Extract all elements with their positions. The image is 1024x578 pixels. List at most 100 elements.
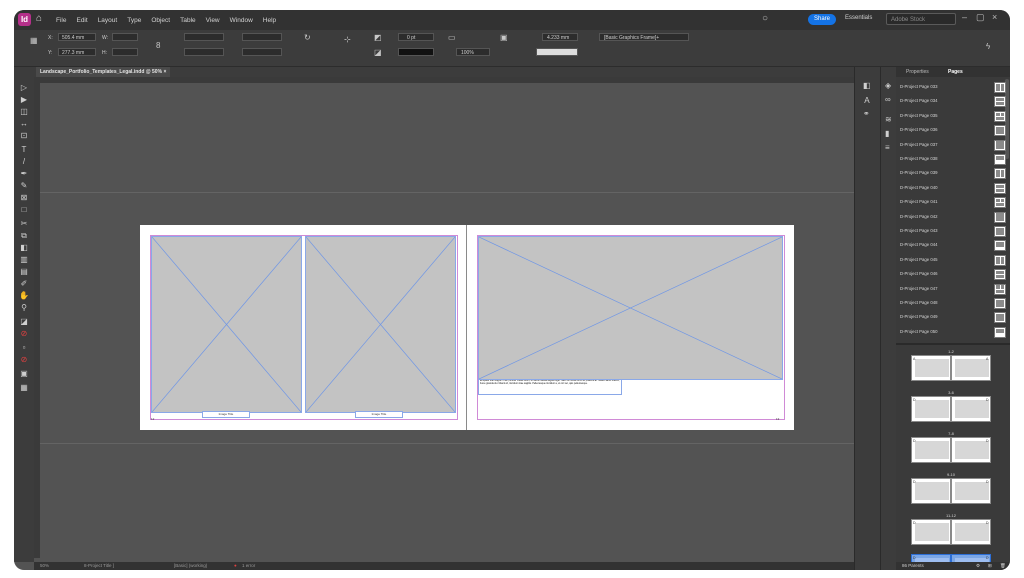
zoom-tool-icon[interactable]: ⚲ (18, 303, 30, 313)
master-page-item[interactable]: D-Project Page 043 (896, 225, 1010, 239)
links-icon[interactable]: ∞ (885, 95, 891, 104)
share-button[interactable]: Share (808, 14, 836, 25)
page-thumbnail-left[interactable]: D (911, 437, 951, 463)
master-page-item[interactable]: D-Project Page 048 (896, 297, 1010, 311)
master-page-item[interactable]: D-Project Page 042 (896, 211, 1010, 225)
spread-item[interactable]: 7-8 D D (900, 431, 1002, 467)
content-collector-icon[interactable]: ⊡ (18, 131, 30, 141)
scale-y-field[interactable] (184, 48, 224, 56)
zoom-level[interactable]: 50% (40, 562, 49, 570)
page-thumbnail-right[interactable]: D (951, 478, 991, 504)
constrain-icon[interactable]: 8 (156, 41, 160, 50)
master-page-item[interactable]: D-Project Page 038 (896, 153, 1010, 167)
spread-item[interactable]: 9-10 D D (900, 472, 1002, 508)
screen-mode-icon[interactable]: ▣ (18, 369, 30, 379)
y-field[interactable]: 277.3 mm (58, 48, 96, 56)
image-frame-left-1[interactable] (151, 236, 302, 413)
master-page-item[interactable]: D-Project Page 035 (896, 110, 1010, 124)
image-caption-2[interactable]: Image Title (355, 411, 403, 418)
eyedropper-tool-icon[interactable]: ✐ (18, 279, 30, 289)
shear-field[interactable] (242, 48, 282, 56)
rectangle-frame-tool-icon[interactable]: ⊠ (18, 193, 30, 203)
stock-search-input[interactable]: Adobe Stock (886, 13, 956, 25)
master-page-item[interactable]: D-Project Page 050 (896, 326, 1010, 340)
rotate-icon[interactable]: ↻ (304, 33, 311, 42)
x-field[interactable]: 505.4 mm (58, 33, 96, 41)
note-tool-icon[interactable]: ▤ (18, 267, 30, 277)
gap-field[interactable]: 4.233 mm (542, 33, 578, 41)
scissors-tool-icon[interactable]: ✂ (18, 219, 30, 229)
menu-edit[interactable]: Edit (76, 17, 87, 24)
formatting-icon[interactable]: ▫ (18, 343, 30, 353)
menu-file[interactable]: File (56, 17, 66, 24)
w-field[interactable] (112, 33, 138, 41)
tab-properties[interactable]: Properties (906, 67, 929, 77)
document-tab-close[interactable]: × (163, 69, 166, 75)
menu-view[interactable]: View (206, 17, 220, 24)
page-thumbnail-left[interactable]: D (911, 396, 951, 422)
free-transform-tool-icon[interactable]: ⧉ (18, 231, 30, 241)
page-tool-icon[interactable]: ◫ (18, 107, 30, 117)
page-thumbnail-right[interactable]: A (951, 355, 991, 381)
frame-fitting-icon[interactable]: ▭ (448, 33, 456, 42)
scale-x-field[interactable] (184, 33, 224, 41)
gradient-tool-icon[interactable]: ◧ (18, 243, 30, 253)
master-page-item[interactable]: D-Project Page 039 (896, 167, 1010, 181)
type-tool-icon[interactable]: T (18, 145, 30, 155)
master-page-item[interactable]: D-Project Page 044 (896, 239, 1010, 253)
stroke-type-select[interactable] (398, 48, 434, 56)
document-tab[interactable]: Landscape_Portfolio_Templates_Legal.indd… (36, 67, 171, 77)
menu-help[interactable]: Help (263, 17, 276, 24)
spread-item[interactable]: 3-6 D D (900, 390, 1002, 426)
pasteboard[interactable]: Image Title Image Title 12 Emquato that … (40, 83, 854, 558)
workspace-switcher[interactable]: Essentials (845, 15, 872, 21)
select-content-icon[interactable]: ⊹ (344, 35, 351, 44)
default-colors-icon[interactable]: ◪ (18, 317, 30, 327)
menu-icon[interactable]: ≡ (885, 143, 890, 152)
master-page-item[interactable]: D-Project Page 036 (896, 124, 1010, 138)
lightbulb-icon[interactable]: ○ (762, 13, 768, 24)
spread-item[interactable]: 11-12 D D (900, 513, 1002, 549)
master-page-item[interactable]: D-Project Page 033 (896, 81, 1010, 95)
menu-object[interactable]: Object (151, 17, 170, 24)
restore-icon[interactable]: ▢ (976, 12, 985, 23)
object-style-select[interactable]: [Basic Graphics Frame]+ (599, 33, 689, 41)
swatches-icon[interactable]: ▮ (885, 129, 889, 138)
page-thumbnail-left[interactable]: D (911, 519, 951, 545)
master-page-item[interactable]: D-Project Page 040 (896, 182, 1010, 196)
body-text-frame[interactable]: Emquato that magna. Proin porttitor matt… (478, 379, 622, 395)
gradient-feather-icon[interactable]: ▥ (18, 255, 30, 265)
rectangle-tool-icon[interactable]: □ (18, 205, 30, 215)
menu-window[interactable]: Window (230, 17, 253, 24)
image-frame-left-2[interactable] (305, 236, 456, 413)
direct-selection-tool-icon[interactable]: ▶ (18, 95, 30, 105)
close-icon[interactable]: × (992, 12, 997, 22)
panel-divider[interactable] (896, 343, 1010, 345)
hand-tool-icon[interactable]: ✋ (18, 291, 30, 301)
fill-stroke-icon[interactable]: ⊘ (18, 329, 30, 339)
layers-icon[interactable]: ◈ (885, 81, 891, 90)
home-icon[interactable]: ⌂ (36, 13, 42, 24)
edit-page-size-icon[interactable]: ⚙ (976, 562, 980, 570)
preflight-status[interactable]: 1 error (242, 562, 255, 570)
selection-tool-icon[interactable]: ▷ (18, 83, 30, 93)
pencil-tool-icon[interactable]: ✎ (18, 181, 30, 191)
swatch-preview[interactable] (536, 48, 578, 56)
page-thumbnail-left[interactable]: A (911, 355, 951, 381)
gap-tool-icon[interactable]: ↔ (18, 119, 30, 129)
page-thumbnail-right[interactable]: D (951, 437, 991, 463)
master-page-item[interactable]: D-Project Page 037 (896, 139, 1010, 153)
delete-page-icon[interactable]: 🗑 (1000, 562, 1006, 570)
reference-point-icon[interactable]: ▦ (30, 36, 38, 45)
master-page-item[interactable]: D-Project Page 047 (896, 283, 1010, 297)
apply-none-icon[interactable]: ⊘ (18, 355, 30, 365)
stroke-swatch-icon[interactable]: ◪ (374, 48, 382, 57)
h-field[interactable] (112, 48, 138, 56)
master-page-item[interactable]: D-Project Page 045 (896, 254, 1010, 268)
page-selector[interactable]: 8-Project Title ] (84, 562, 114, 570)
tab-pages[interactable]: Pages (948, 67, 963, 77)
minimize-icon[interactable]: – (962, 12, 967, 22)
master-page-item[interactable]: D-Project Page 034 (896, 95, 1010, 109)
stroke-icon[interactable]: ≋ (885, 115, 892, 124)
pages-dock-icon[interactable]: ◧ (863, 81, 871, 90)
